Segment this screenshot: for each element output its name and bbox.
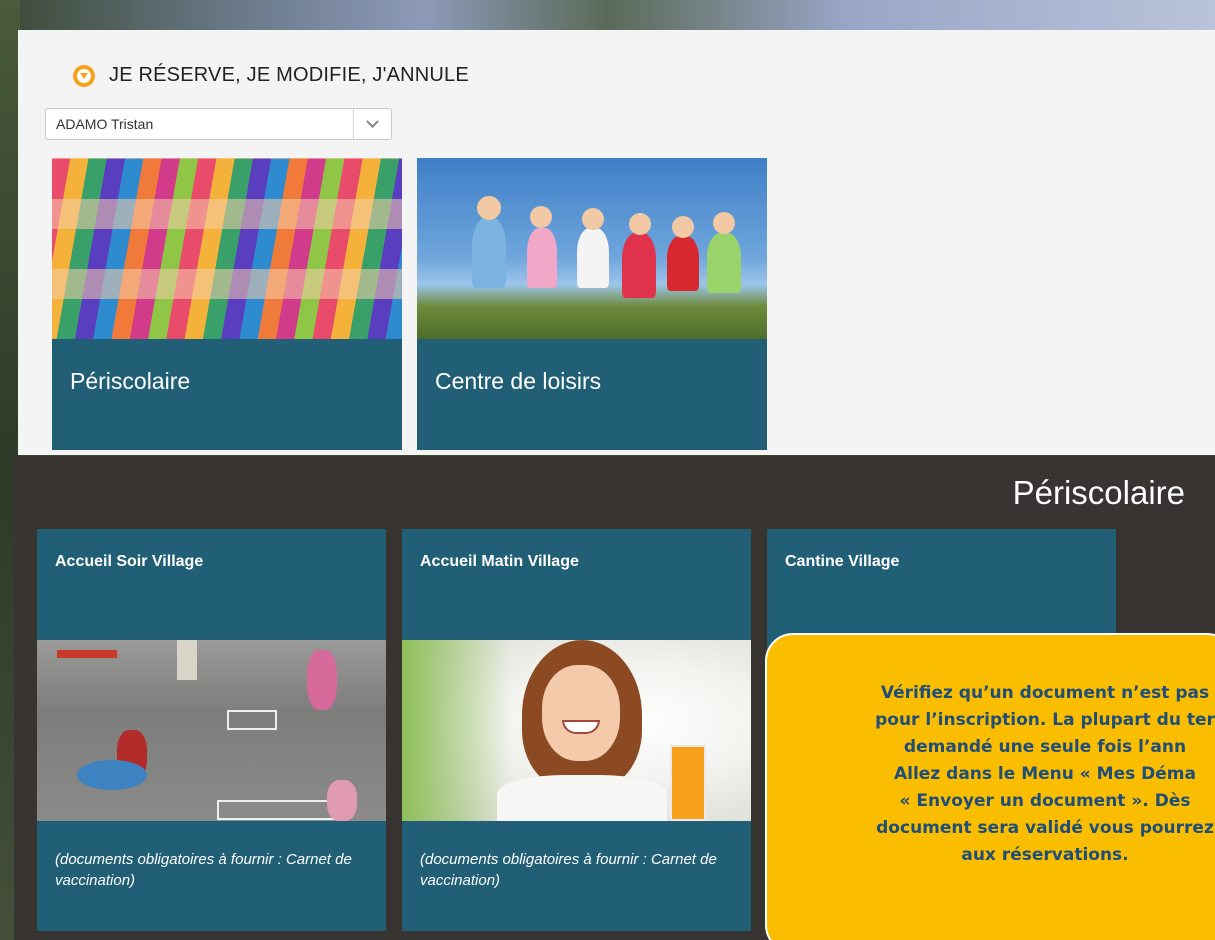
tooltip-line: document sera validé vous pourrez xyxy=(876,818,1214,838)
chevron-down-icon xyxy=(366,114,379,128)
section-title: JE RÉSERVE, JE MODIFIE, J'ANNULE xyxy=(109,64,469,86)
panel-title: Périscolaire xyxy=(1012,474,1185,511)
activity-name: Cantine Village xyxy=(785,553,900,570)
tooltip-line: « Envoyer un document ». Dès xyxy=(899,791,1191,811)
dropdown-toggle[interactable] xyxy=(353,109,391,139)
tooltip-line: pour l’inscription. La plupart du ter xyxy=(875,710,1215,730)
schoolyard-image xyxy=(37,640,386,821)
category-card-periscolaire[interactable]: Périscolaire xyxy=(52,158,402,450)
child-select-value: ADAMO Tristan xyxy=(56,116,154,132)
tooltip-line: aux réservations. xyxy=(961,845,1129,865)
background-photo-top xyxy=(0,0,1215,30)
activity-name: Accueil Soir Village xyxy=(55,553,204,570)
colored-pencils-image xyxy=(52,158,402,339)
tooltip-line: Vérifiez qu’un document n’est pas xyxy=(880,683,1210,703)
tooltip-text: Vérifiez qu’un document n’est pas pour l… xyxy=(795,680,1215,869)
activity-card-accueil-soir[interactable]: Accueil Soir Village (documents obligato… xyxy=(37,529,386,931)
activity-name: Accueil Matin Village xyxy=(420,553,579,570)
required-documents: (documents obligatoires à fournir : Carn… xyxy=(420,851,717,889)
smiling-girl-image xyxy=(402,640,751,821)
circle-arrow-down-icon xyxy=(73,64,95,87)
child-select[interactable]: ADAMO Tristan xyxy=(45,108,392,140)
reservation-panel: JE RÉSERVE, JE MODIFIE, J'ANNULE ADAMO T… xyxy=(18,30,1215,455)
activity-card-accueil-matin[interactable]: Accueil Matin Village (documents obligat… xyxy=(402,529,751,931)
category-card-centre-de-loisirs[interactable]: Centre de loisirs xyxy=(417,158,767,450)
category-label: Centre de loisirs xyxy=(435,368,602,394)
section-header: JE RÉSERVE, JE MODIFIE, J'ANNULE xyxy=(73,64,469,87)
tooltip-line: Allez dans le Menu « Mes Déma xyxy=(894,764,1196,784)
required-documents: (documents obligatoires à fournir : Carn… xyxy=(55,851,352,889)
category-label: Périscolaire xyxy=(70,368,191,394)
tooltip-line: demandé une seule fois l’ann xyxy=(903,737,1187,757)
document-warning-tooltip: Vérifiez qu’un document n’est pas pour l… xyxy=(765,633,1215,940)
jumping-kids-image xyxy=(417,158,767,339)
